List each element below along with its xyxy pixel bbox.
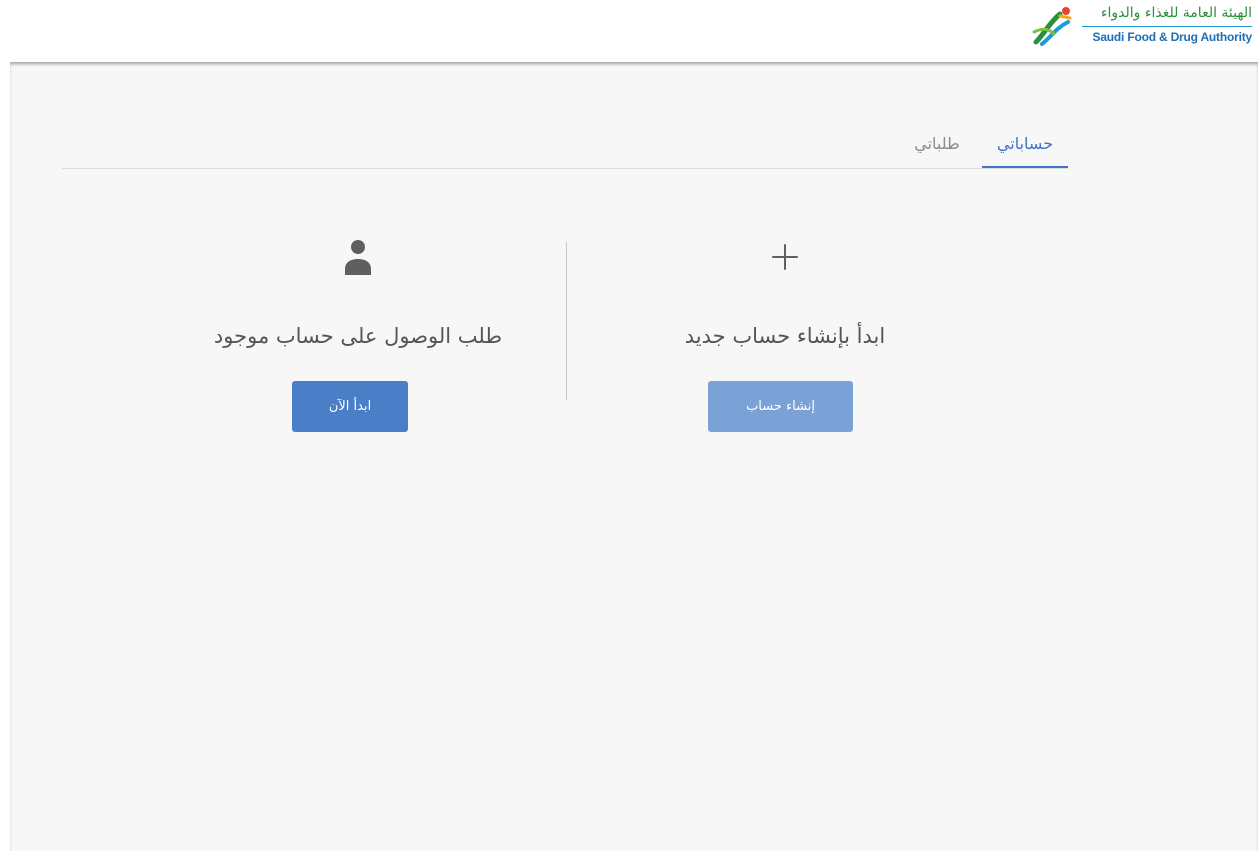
create-account-title: ابدأ بإنشاء حساب جديد	[684, 324, 886, 348]
tab-my-requests[interactable]: طلباتي	[900, 125, 974, 168]
logo-divider	[1082, 26, 1252, 27]
main-content: حساباتي طلباتي طلب الوصول على حساب موجود…	[10, 62, 1258, 851]
logo-arabic-text: الهيئة العامة للغذاء والدواء	[1100, 5, 1252, 21]
logo-english-text: Saudi Food & Drug Authority	[1092, 30, 1253, 44]
tab-my-accounts[interactable]: حساباتي	[982, 125, 1068, 168]
existing-account-title: طلب الوصول على حساب موجود	[213, 324, 503, 348]
plus-icon	[772, 244, 798, 270]
sfda-logo[interactable]: الهيئة العامة للغذاء والدواء Saudi Food …	[1030, 2, 1252, 52]
top-header: الهيئة العامة للغذاء والدواء Saudi Food …	[0, 0, 1258, 62]
existing-account-panel: طلب الوصول على حساب موجود ابدأ الآن	[148, 237, 568, 437]
create-account-button[interactable]: إنشاء حساب	[708, 381, 853, 432]
sfda-logo-icon	[1032, 7, 1072, 46]
tab-bar: حساباتي طلباتي	[62, 125, 1068, 169]
start-now-button[interactable]: ابدأ الآن	[292, 381, 408, 432]
create-account-panel: ابدأ بإنشاء حساب جديد إنشاء حساب	[575, 237, 995, 437]
user-icon	[345, 240, 371, 275]
